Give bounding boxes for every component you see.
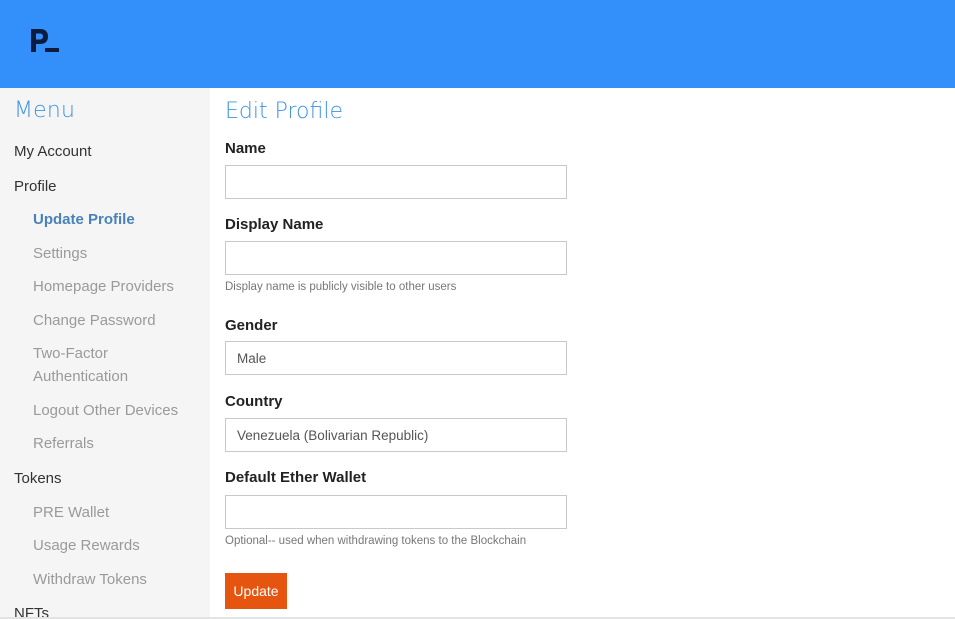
sidebar-item-homepage-providers[interactable]: Homepage Providers xyxy=(33,275,174,298)
sidebar-item-update-profile[interactable]: Update Profile xyxy=(33,208,135,231)
display-name-hint: Display name is publicly visible to othe… xyxy=(225,281,457,293)
top-header xyxy=(0,0,955,88)
name-field[interactable] xyxy=(225,165,567,199)
update-button[interactable]: Update xyxy=(225,573,287,609)
gender-field[interactable] xyxy=(225,341,567,375)
gender-label: Gender xyxy=(225,317,278,334)
sidebar-item-usage-rewards[interactable]: Usage Rewards xyxy=(33,534,140,557)
sidebar-item-logout-other-devices[interactable]: Logout Other Devices xyxy=(33,399,178,422)
sidebar-item-two-factor-authentication[interactable]: Two-Factor Authentication xyxy=(33,342,143,388)
sidebar-item-settings[interactable]: Settings xyxy=(33,242,87,265)
country-field[interactable] xyxy=(225,418,567,452)
sidebar-item-my-account[interactable]: My Account xyxy=(14,143,92,160)
sidebar-item-profile[interactable]: Profile xyxy=(14,178,57,195)
name-label: Name xyxy=(225,140,266,157)
default-ether-wallet-field[interactable] xyxy=(225,495,567,529)
default-ether-wallet-label: Default Ether Wallet xyxy=(225,469,367,486)
sidebar: Menu My Account Profile Update Profile S… xyxy=(0,88,210,619)
sidebar-item-pre-wallet[interactable]: PRE Wallet xyxy=(33,501,109,524)
wallet-hint: Optional-- used when withdrawing tokens … xyxy=(225,535,527,547)
page-title: Edit Profile xyxy=(225,99,344,124)
display-name-label: Display Name xyxy=(225,216,324,233)
logo-p-icon[interactable] xyxy=(30,28,60,54)
country-label: Country xyxy=(225,393,283,410)
display-name-field[interactable] xyxy=(225,241,567,275)
sidebar-item-change-password[interactable]: Change Password xyxy=(33,309,156,332)
sidebar-item-withdraw-tokens[interactable]: Withdraw Tokens xyxy=(33,568,147,591)
menu-title: Menu xyxy=(14,98,76,123)
edit-profile-panel: Edit Profile Name Display Name Display n… xyxy=(210,88,955,619)
sidebar-item-referrals[interactable]: Referrals xyxy=(33,432,94,455)
sidebar-item-tokens[interactable]: Tokens xyxy=(14,470,62,487)
